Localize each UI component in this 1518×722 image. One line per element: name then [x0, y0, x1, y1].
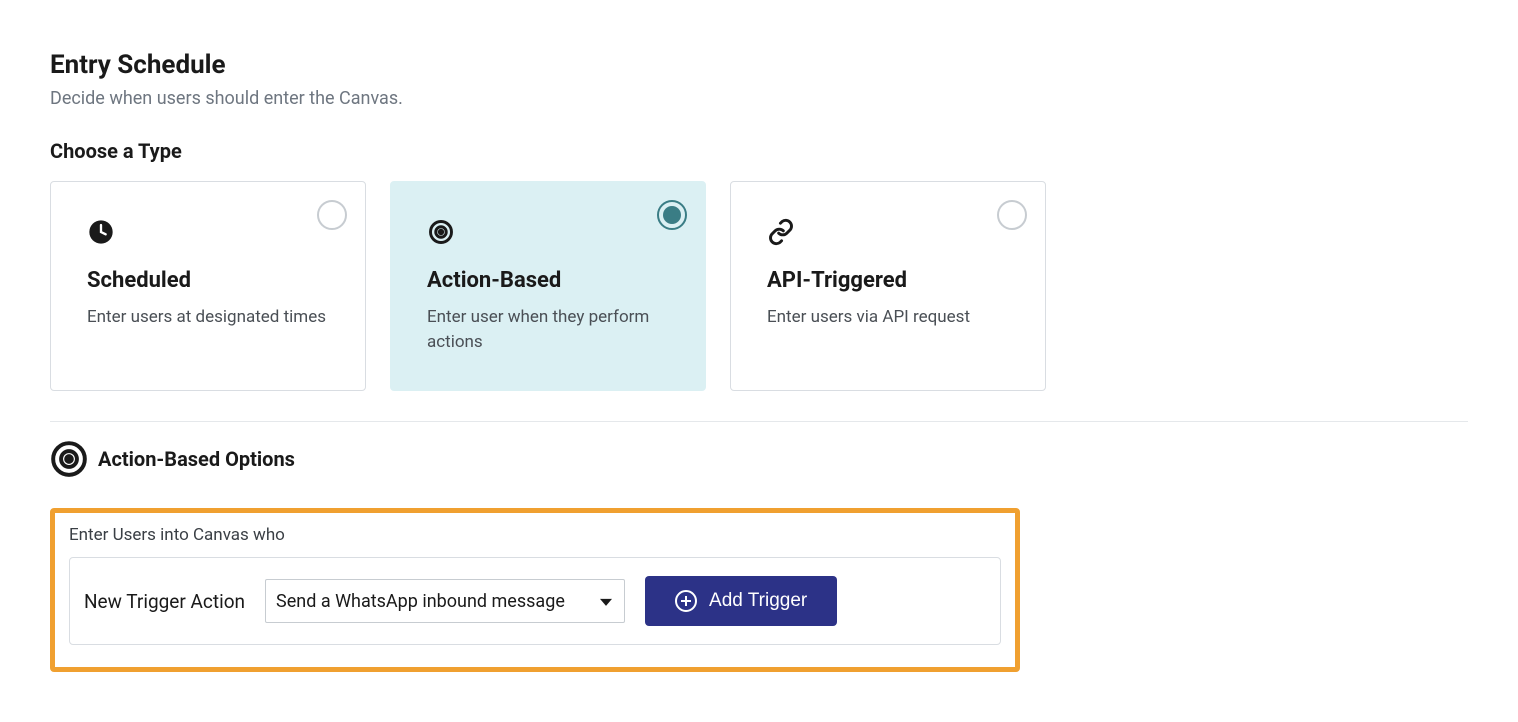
target-icon	[427, 218, 669, 250]
card-desc: Enter user when they perform actions	[427, 305, 669, 354]
type-card-scheduled[interactable]: Scheduled Enter users at designated time…	[50, 181, 366, 391]
trigger-action-value: Send a WhatsApp inbound message	[276, 591, 565, 612]
trigger-row: New Trigger Action Send a WhatsApp inbou…	[69, 557, 1001, 645]
card-title: Action-Based	[427, 268, 669, 293]
add-trigger-label: Add Trigger	[709, 590, 807, 612]
radio-icon	[657, 200, 687, 230]
card-title: API-Triggered	[767, 268, 1009, 293]
divider	[50, 421, 1468, 422]
type-card-action-based[interactable]: Action-Based Enter user when they perfor…	[390, 181, 706, 391]
add-trigger-button[interactable]: Add Trigger	[645, 576, 837, 626]
radio-icon	[317, 200, 347, 230]
page-subtitle: Decide when users should enter the Canva…	[50, 88, 1468, 109]
clock-icon	[87, 218, 329, 250]
radio-icon	[997, 200, 1027, 230]
trigger-action-select[interactable]: Send a WhatsApp inbound message	[265, 579, 625, 623]
card-desc: Enter users at designated times	[87, 305, 329, 330]
type-cards: Scheduled Enter users at designated time…	[50, 181, 1468, 391]
page-title: Entry Schedule	[50, 50, 1468, 80]
link-icon	[767, 218, 1009, 250]
options-header: Action-Based Options	[50, 440, 1468, 478]
choose-type-label: Choose a Type	[50, 139, 1468, 163]
plus-circle-icon	[675, 590, 697, 612]
card-desc: Enter users via API request	[767, 305, 1009, 330]
new-trigger-action-label: New Trigger Action	[84, 590, 245, 613]
enter-users-label: Enter Users into Canvas who	[69, 525, 1001, 545]
type-card-api-triggered[interactable]: API-Triggered Enter users via API reques…	[730, 181, 1046, 391]
options-title: Action-Based Options	[98, 447, 295, 471]
card-title: Scheduled	[87, 268, 329, 293]
target-icon	[50, 440, 88, 478]
action-based-options-box: Enter Users into Canvas who New Trigger …	[50, 508, 1020, 672]
